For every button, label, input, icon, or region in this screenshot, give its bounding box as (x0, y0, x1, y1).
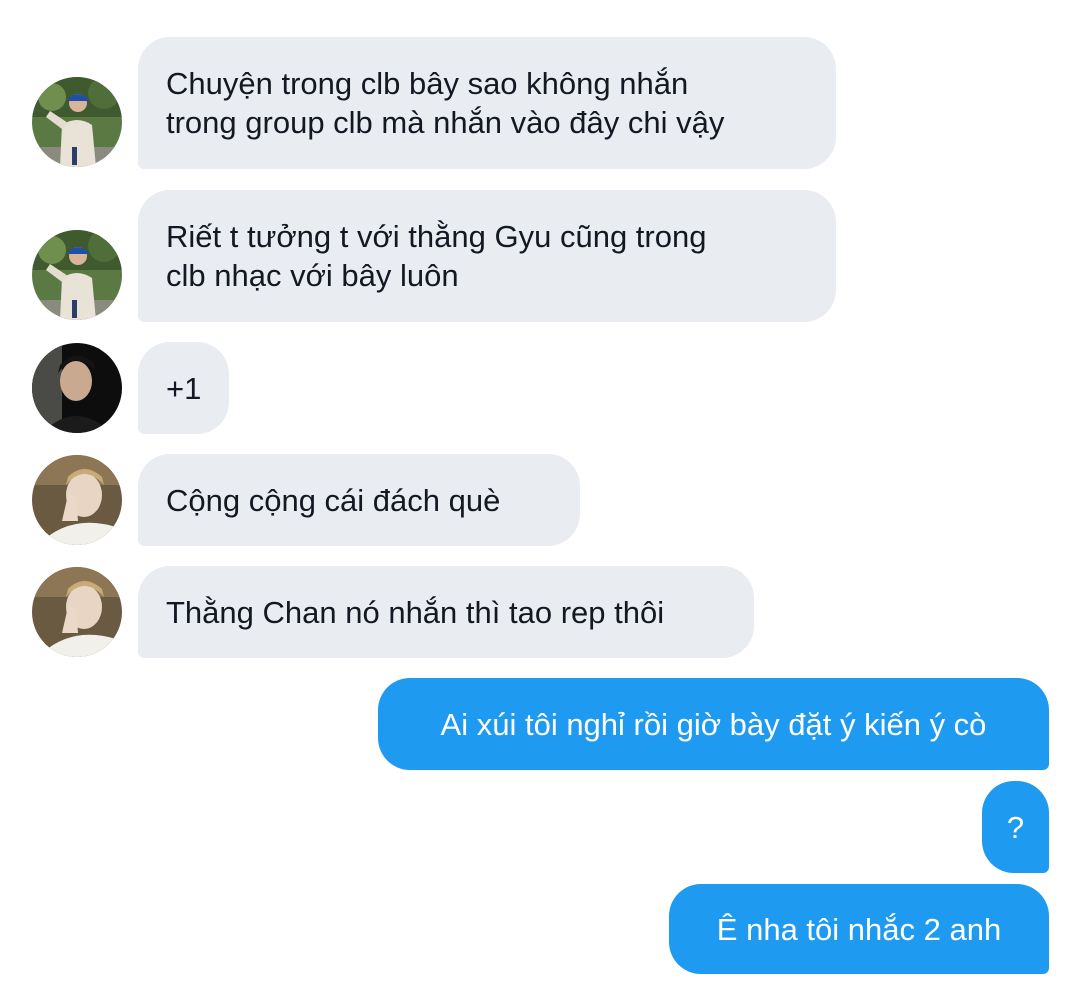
avatar[interactable] (32, 77, 122, 167)
message-text: Chuyện trong clb bây sao không nhắn tron… (166, 66, 725, 140)
message-text: ? (1006, 809, 1025, 845)
avatar-photo-hoodie-cap (32, 230, 122, 320)
message-bubble-incoming: Cộng cộng cái đách què (138, 454, 580, 546)
message-thread: Chuyện trong clb bây sao không nhắn tron… (0, 0, 1079, 982)
message-row-incoming: Thằng Chan nó nhắn thì tao rep thôi (0, 566, 1079, 658)
message-row-incoming: +1 (0, 342, 1079, 434)
message-bubble-incoming: +1 (138, 342, 229, 434)
message-text: +1 (166, 370, 202, 406)
message-bubble-outgoing: Ai xúi tôi nghỉ rồi giờ bày đặt ý kiến ý… (378, 678, 1049, 770)
avatar-photo-hoodie-cap (32, 77, 122, 167)
avatar[interactable] (32, 343, 122, 433)
message-bubble-outgoing: Ê nha tôi nhắc 2 anh (669, 884, 1049, 974)
avatar[interactable] (32, 455, 122, 545)
message-row-outgoing: Ai xúi tôi nghỉ rồi giờ bày đặt ý kiến ý… (0, 678, 1079, 770)
avatar[interactable] (32, 230, 122, 320)
message-row-incoming: Riết t tưởng t với thằng Gyu cũng trong … (0, 190, 1079, 322)
message-bubble-incoming: Riết t tưởng t với thằng Gyu cũng trong … (138, 190, 836, 322)
avatar-photo-praying-hands (32, 455, 122, 545)
message-text: Riết t tưởng t với thằng Gyu cũng trong … (166, 219, 707, 293)
message-row-outgoing: Ê nha tôi nhắc 2 anh (0, 884, 1079, 974)
message-row-incoming: Cộng cộng cái đách què (0, 454, 1079, 546)
message-text: Thằng Chan nó nhắn thì tao rep thôi (166, 594, 665, 630)
message-row-outgoing: ? (0, 781, 1079, 873)
message-text: Ê nha tôi nhắc 2 anh (716, 911, 1002, 947)
avatar[interactable] (32, 567, 122, 657)
avatar-photo-praying-hands (32, 567, 122, 657)
message-text: Ai xúi tôi nghỉ rồi giờ bày đặt ý kiến ý… (440, 706, 987, 742)
message-bubble-incoming: Chuyện trong clb bây sao không nhắn tron… (138, 37, 836, 169)
message-bubble-outgoing: ? (982, 781, 1049, 873)
message-row-incoming: Chuyện trong clb bây sao không nhắn tron… (0, 37, 1079, 169)
message-bubble-incoming: Thằng Chan nó nhắn thì tao rep thôi (138, 566, 754, 658)
message-text: Cộng cộng cái đách què (166, 482, 501, 518)
avatar-photo-dark (32, 343, 122, 433)
